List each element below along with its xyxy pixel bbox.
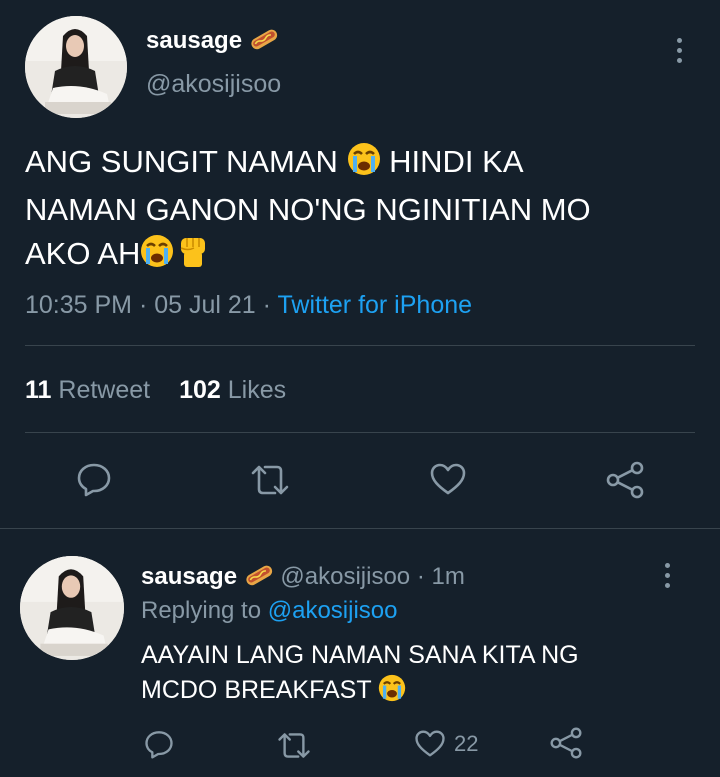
tweet-time: 10:35 PM [25, 291, 133, 319]
raised-fist-emoji [176, 232, 210, 280]
reply-icon[interactable] [76, 461, 112, 497]
heart-icon [414, 729, 446, 758]
avatar[interactable] [25, 16, 127, 118]
reply-age: 1m [431, 563, 465, 590]
divider [25, 432, 695, 433]
share-icon[interactable] [605, 461, 645, 499]
tweet-source-link[interactable]: Twitter for iPhone [278, 291, 473, 319]
handle[interactable]: @akosijisoo [146, 70, 281, 99]
more-options-icon[interactable] [663, 563, 671, 588]
divider [0, 528, 720, 529]
reply-avatar[interactable] [20, 556, 124, 660]
divider [25, 345, 695, 346]
loudly-crying-face-emoji [140, 234, 174, 280]
reply-display-name[interactable]: sausage [141, 563, 237, 590]
retweet-icon[interactable] [249, 463, 291, 497]
like-button[interactable]: 22 [414, 729, 478, 758]
loudly-crying-face-emoji [378, 674, 406, 712]
retweet-stat[interactable]: 11 Retweet [25, 376, 157, 404]
reply-like-count: 22 [454, 730, 479, 756]
reply-header: sausage @akosijisoo · 1m [141, 562, 465, 595]
more-options-icon[interactable] [675, 38, 683, 63]
tweet-date: 05 Jul 21 [154, 291, 256, 319]
heart-icon[interactable] [429, 462, 467, 496]
tweet-meta: 10:35 PM · 05 Jul 21 · Twitter for iPhon… [25, 291, 473, 319]
share-icon[interactable] [549, 727, 583, 759]
loudly-crying-face-emoji [347, 142, 381, 188]
reply-handle[interactable]: @akosijisoo [280, 563, 410, 590]
reply-icon[interactable] [144, 729, 174, 759]
display-name[interactable]: sausage [146, 27, 242, 54]
hotdog-emoji [244, 562, 274, 595]
retweet-icon[interactable] [276, 731, 312, 760]
hotdog-emoji [249, 26, 279, 59]
likes-stat[interactable]: 102 Likes [179, 376, 286, 404]
replying-to: Replying to @akosijisoo [141, 597, 398, 624]
tweet-text: ANG SUNGIT NAMAN HINDI KA NAMAN GANON NO… [25, 140, 705, 280]
replying-to-link[interactable]: @akosijisoo [268, 597, 398, 624]
reply-text: AAYAIN LANG NAMAN SANA KITA NG MCDO BREA… [141, 638, 579, 712]
tweet-stats: 11 Retweet 102 Likes [25, 376, 286, 405]
